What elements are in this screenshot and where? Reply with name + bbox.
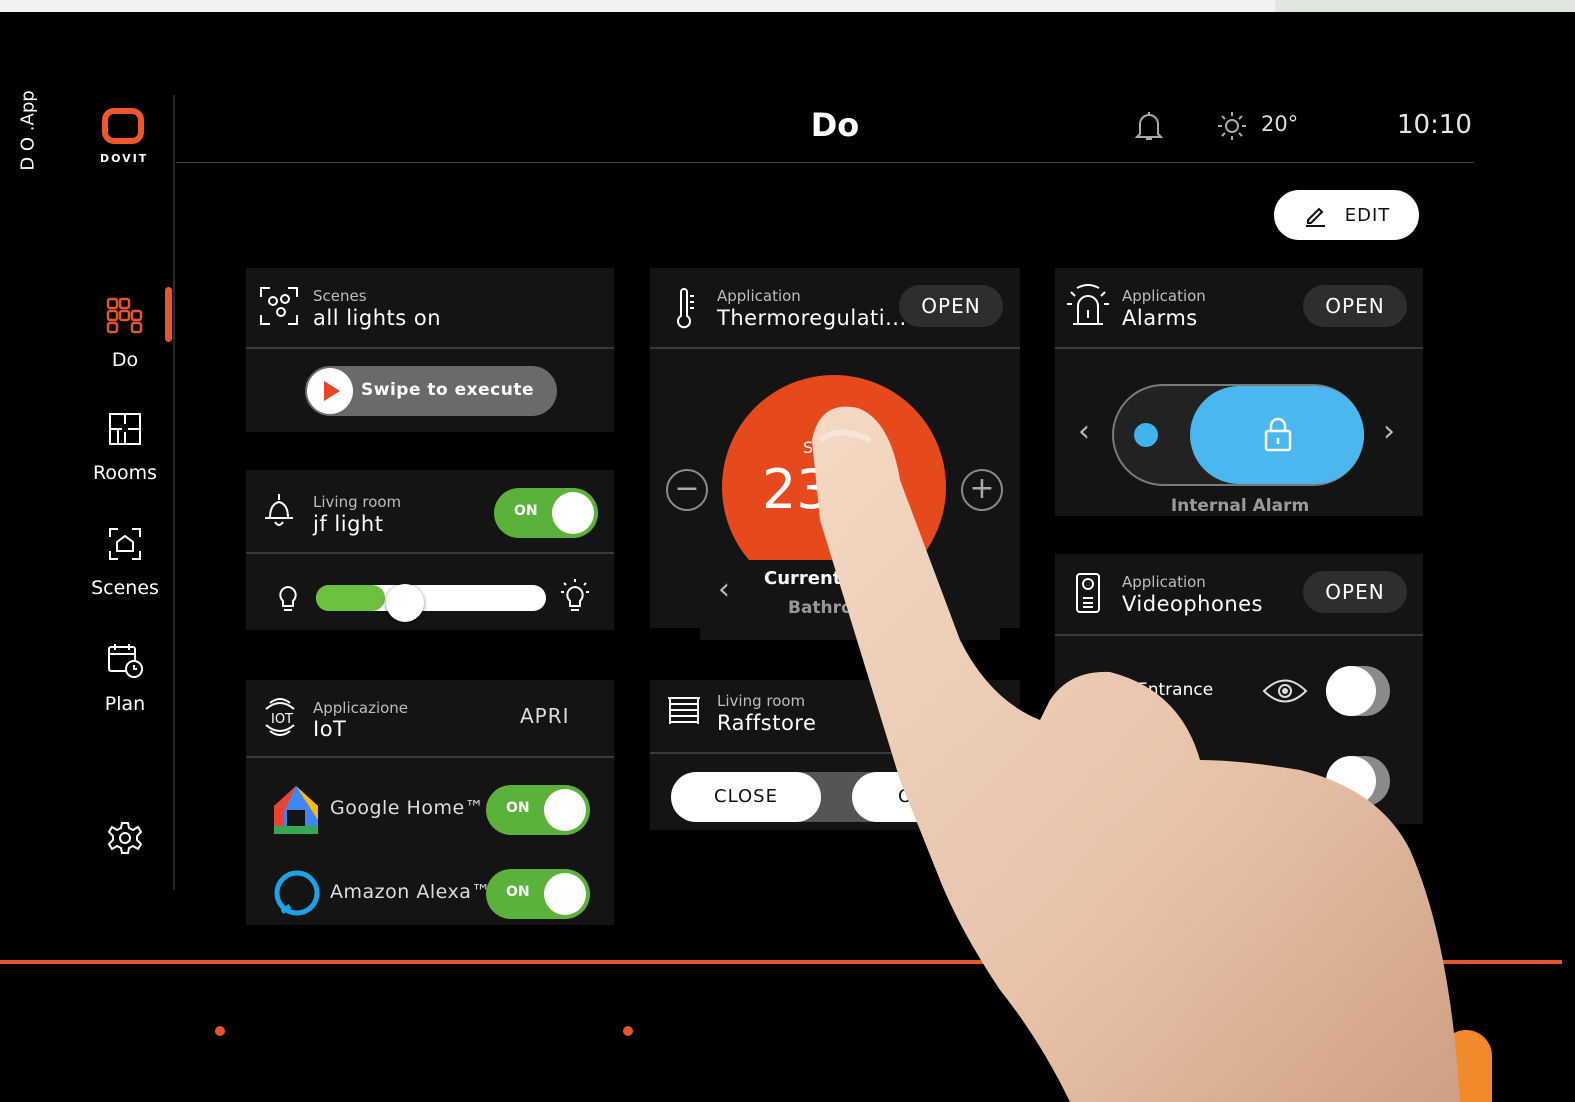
- hand-overlay: [812, 406, 1460, 1102]
